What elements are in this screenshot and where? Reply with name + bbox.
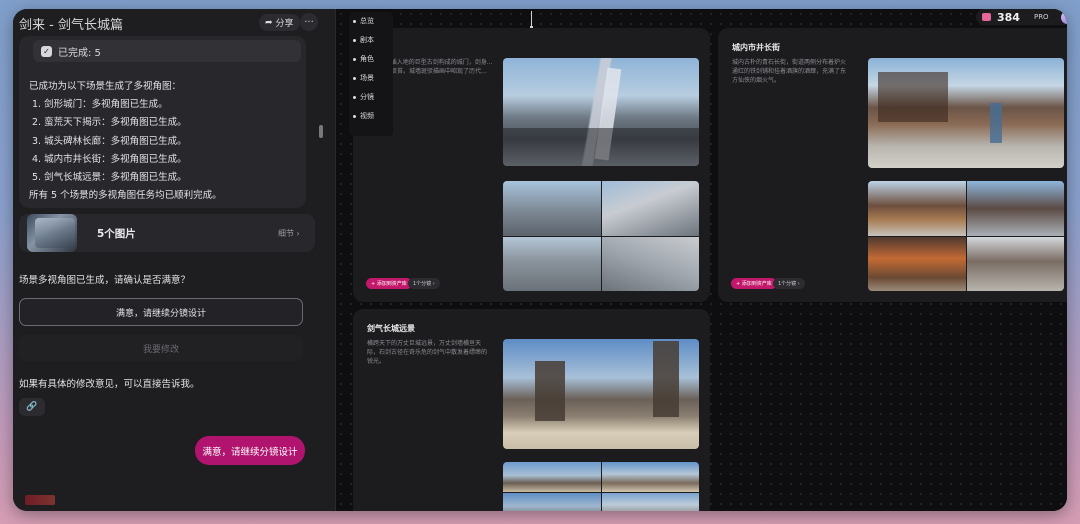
task-status-label: 已完成: 5 <box>58 47 101 59</box>
nav-item-scenes[interactable]: 场景 <box>353 73 374 83</box>
stall-silhouette <box>878 72 948 122</box>
scene-main-image[interactable] <box>503 58 699 166</box>
nav-item-video[interactable]: 视频 <box>353 111 374 121</box>
ruin-pillar-left <box>535 361 565 421</box>
share-label: 分享 <box>275 19 294 29</box>
nav-item-storyboard[interactable]: 分镜 <box>353 92 374 102</box>
multiview-image <box>601 181 699 236</box>
multiview-image <box>601 492 699 511</box>
summary-intro: 已成功为以下场景生成了多视角图： <box>29 81 182 92</box>
images-attachment-card[interactable]: 5个图片 细节 › <box>19 214 315 252</box>
request-modification-button[interactable]: 我要修改 <box>19 335 303 361</box>
multiview-image <box>966 181 1064 236</box>
task-status-chip[interactable]: ✓ 已完成: 5 <box>33 40 301 62</box>
nav-item-label: 视频 <box>360 112 374 120</box>
scene-card[interactable]: 剑气长城远景 横跨天下的万丈巨城远景，万丈剑墙横亘天际，石剑古径在奇乐危的剑气中… <box>353 309 710 511</box>
multiview-image <box>601 462 699 492</box>
assistant-message-text: 已成功为以下场景生成了多视角图： 1. 剑形城门：多视角图已生成。 2. 蛮荒天… <box>29 78 222 205</box>
chat-panel: 剑来 - 剑气长城篇 ➦ 分享 ··· 已成功为以下场景生成了多视角图： 1. … <box>13 9 336 511</box>
app-window: 剑来 - 剑气长城篇 ➦ 分享 ··· 已成功为以下场景生成了多视角图： 1. … <box>13 9 1067 511</box>
add-to-assets-button[interactable]: + 添加到资产库 <box>366 278 412 289</box>
multiview-image <box>503 181 601 236</box>
bullet-icon <box>353 95 356 99</box>
multiview-image <box>503 462 601 492</box>
share-icon: ➦ <box>265 17 273 28</box>
credits-icon <box>982 13 991 21</box>
scene-card[interactable]: 城内市井长街 城内古朴的青石长街，街道两侧分布着炉火通红的铁剑铺和挂着酒旗的酒肆… <box>718 28 1067 302</box>
add-to-assets-button[interactable]: + 添加到资产库 <box>731 278 777 289</box>
multiview-image <box>868 236 966 291</box>
brand-logo <box>25 495 55 505</box>
wall-silhouette <box>503 128 699 166</box>
more-options-button[interactable]: ··· <box>300 13 318 31</box>
account-bar[interactable]: 384 PRO <box>976 9 1067 25</box>
nav-item-label: 角色 <box>360 55 374 63</box>
more-icon: ··· <box>304 16 314 28</box>
multiview-image <box>868 181 966 236</box>
nav-item-label: 场景 <box>360 74 374 82</box>
scene-multiview-grid[interactable] <box>868 181 1064 291</box>
bullet-icon <box>353 38 356 42</box>
scene-description: 横跨天下的万丈巨城远景，万丈剑墙横亘天际，石剑古径在奇乐危的剑气中散发着缥缈的锐… <box>367 340 488 365</box>
credits-count: 384 <box>997 10 1020 24</box>
bullet-icon <box>353 76 356 80</box>
scene-card[interactable]: 门 ...插入地的巨型古剑构成的城门，剑身...斑驳苔。城墙斑驳描画中昭现了历代… <box>353 28 710 302</box>
nav-item-script[interactable]: 剧本 <box>353 35 374 45</box>
scene-main-image[interactable] <box>868 58 1064 168</box>
confirmation-question: 场景多视角图已生成，请确认是否满意？ <box>19 275 191 286</box>
project-title: 剑来 - 剑气长城篇 <box>19 17 123 33</box>
list-item: 5. 剑气长城远景：多视角图已生成。 <box>32 172 187 184</box>
shot-count-link[interactable]: 1个分镜 › <box>773 278 805 289</box>
nav-item-label: 剧本 <box>360 36 374 44</box>
bullet-icon <box>353 114 356 118</box>
multiview-image <box>503 236 601 291</box>
modification-hint: 如果有具体的修改意见，可以直接告诉我。 <box>19 379 200 390</box>
image-thumbnail-stack <box>35 218 75 248</box>
user-message-bubble: 满意，请继续分镜设计 <box>195 436 305 465</box>
bullet-icon <box>353 19 356 23</box>
multiview-image <box>966 236 1064 291</box>
list-item: 2. 蛮荒天下揭示：多视角图已生成。 <box>32 117 187 129</box>
scene-description: ...插入地的巨型古剑构成的城门，剑身...斑驳苔。城墙斑驳描画中昭现了历代..… <box>385 59 493 75</box>
share-button[interactable]: ➦ 分享 <box>259 14 300 31</box>
scene-title: 剑气长城远景 <box>367 324 415 333</box>
summary-outro: 所有 5 个场景的多视角图任务均已顺利完成。 <box>29 190 222 202</box>
list-item: 1. 剑形城门：多视角图已生成。 <box>32 99 168 111</box>
ruin-pillar-right <box>653 341 679 417</box>
multiview-image <box>503 492 601 511</box>
details-link[interactable]: 细节 › <box>278 228 300 239</box>
character-silhouette <box>990 103 1002 143</box>
timeline-marker[interactable] <box>530 11 533 29</box>
scene-description: 城内古朴的青石长街，街道两侧分布着炉火通红的铁剑铺和挂着酒旗的酒肆，充满了东方仙… <box>732 59 847 84</box>
shot-count-link[interactable]: 1个分镜 › <box>408 278 440 289</box>
link-icon: 🔗 <box>26 402 38 412</box>
nav-item-overview[interactable]: 总览 <box>353 16 374 26</box>
chat-scrollbar[interactable] <box>319 125 323 138</box>
check-icon: ✓ <box>41 45 52 57</box>
list-item: 4. 城内市井长街：多视角图已生成。 <box>32 153 187 165</box>
plan-badge: PRO <box>1033 13 1049 21</box>
scene-multiview-grid[interactable] <box>503 181 699 291</box>
nav-item-characters[interactable]: 角色 <box>353 54 374 64</box>
list-item: 3. 城头碑林长廊：多视角图已生成。 <box>32 135 187 147</box>
scene-title: 城内市井长街 <box>732 43 780 52</box>
multiview-image <box>601 236 699 291</box>
link-button[interactable]: 🔗 <box>19 398 45 416</box>
storyboard-canvas: 384 PRO 门 ...插入地的巨型古剑构成的城门，剑身...斑驳苔。城墙斑驳… <box>336 9 1067 511</box>
scene-multiview-grid[interactable] <box>503 462 699 511</box>
scene-main-image[interactable] <box>503 339 699 449</box>
user-avatar[interactable] <box>1060 10 1067 24</box>
bullet-icon <box>353 57 356 61</box>
confirm-continue-button[interactable]: 满意，请继续分镜设计 <box>19 298 303 326</box>
nav-item-label: 分镜 <box>360 93 374 101</box>
section-nav-menu: 总览 剧本 角色 场景 分镜 视频 <box>349 12 393 136</box>
images-count-label: 5个图片 <box>97 228 136 240</box>
nav-item-label: 总览 <box>360 17 374 25</box>
